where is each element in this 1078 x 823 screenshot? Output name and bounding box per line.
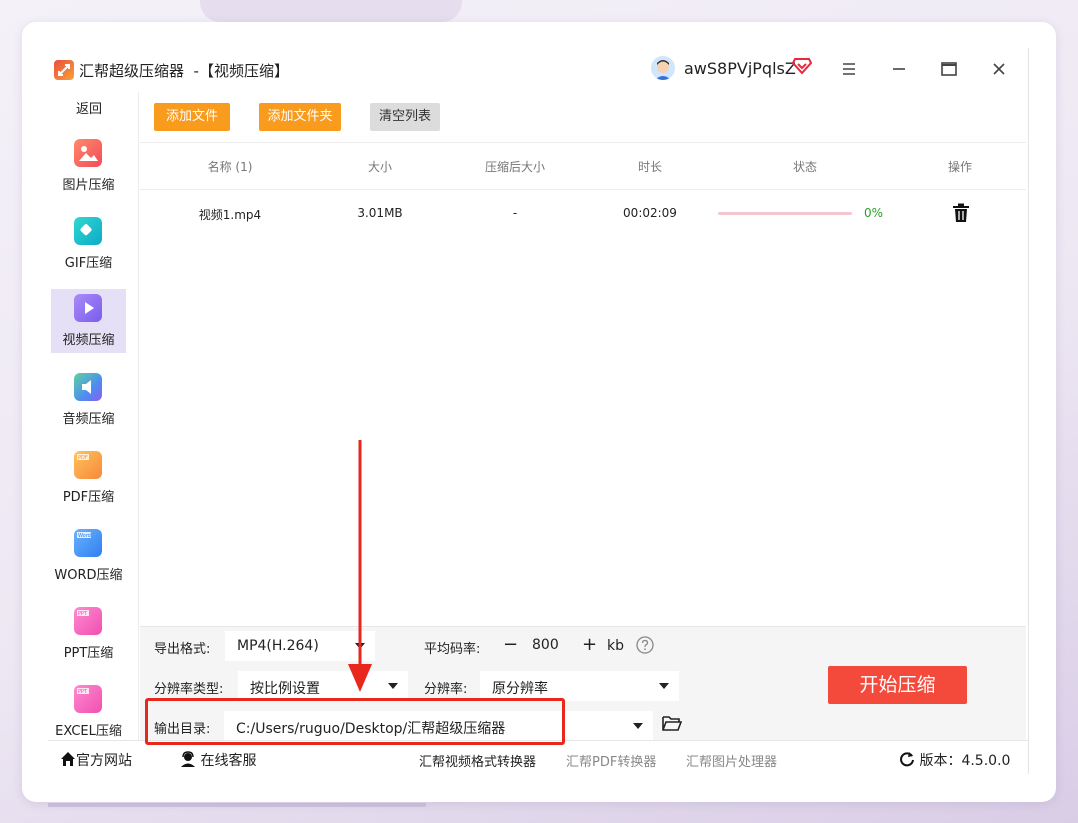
bitrate-decrease-button[interactable]: −: [503, 634, 518, 655]
column-header-size: 大小: [367, 160, 392, 174]
version-info[interactable]: 版本：4.5.0.0: [899, 750, 1010, 770]
resolution-type-label: 分辨率类型:: [154, 682, 224, 697]
maximize-icon[interactable]: [938, 58, 960, 80]
username[interactable]: awS8PVjPqlsZ: [684, 59, 796, 78]
chevron-down-icon: [659, 683, 669, 689]
gif-icon: [74, 217, 102, 245]
sidebar: 返回 图片压缩 GIF压缩 视频压缩 音频压缩 PDF PDF压缩 Word W…: [48, 92, 139, 740]
app-logo-icon: [54, 60, 74, 80]
file-name: 视频1.mp4: [198, 208, 262, 222]
bitrate-unit: kb: [607, 638, 624, 654]
image-icon: [74, 139, 102, 167]
sidebar-item-audio[interactable]: 音频压缩: [51, 368, 126, 432]
chevron-down-icon: [633, 723, 643, 729]
sidebar-item-label: PPT压缩: [63, 646, 114, 661]
progress-bar: [718, 212, 852, 215]
column-header-compressed: 压缩后大小: [484, 160, 545, 174]
image-processor-link[interactable]: 汇帮图片处理器: [686, 751, 777, 770]
sidebar-item-label: EXCEL压缩: [55, 724, 122, 739]
sidebar-item-pdf[interactable]: PDF PDF压缩: [51, 446, 126, 510]
start-compress-button[interactable]: 开始压缩: [828, 666, 967, 704]
resolution-type-value: 按比例设置: [250, 681, 320, 697]
progress-percent: 0%: [864, 206, 884, 220]
sidebar-item-ppt[interactable]: PPT PPT压缩: [51, 602, 126, 666]
word-icon: Word: [74, 529, 102, 557]
column-header-status: 状态: [792, 160, 817, 174]
refresh-icon: [900, 752, 914, 767]
sidebar-item-label: 图片压缩: [62, 178, 115, 193]
sidebar-item-gif[interactable]: GIF压缩: [51, 212, 126, 276]
bitrate-label: 平均码率:: [424, 642, 481, 657]
annotation-arrow: [348, 440, 372, 692]
support-link[interactable]: 在线客服: [180, 750, 256, 770]
home-icon: [61, 752, 75, 766]
sidebar-item-label: WORD压缩: [54, 568, 123, 583]
website-label: 官方网站: [76, 753, 132, 769]
table-row[interactable]: 视频1.mp4 3.01MB - 00:02:09 0%: [140, 188, 1026, 240]
help-icon[interactable]: [635, 635, 655, 659]
sidebar-item-image[interactable]: 图片压缩: [51, 134, 126, 198]
headset-icon: [181, 751, 195, 767]
column-header-duration: 时长: [637, 160, 662, 174]
app-window: 汇帮超级压缩器 -【视频压缩】 awS8PVjPqlsZ 返回 图片压缩 GIF…: [48, 48, 1029, 775]
file-table-header: 名称 (1) 大小 压缩后大小 时长 状态 操作: [140, 142, 1026, 190]
app-title: 汇帮超级压缩器 -【视频压缩】: [79, 62, 289, 80]
resolution-select[interactable]: 原分辨率: [480, 671, 679, 701]
column-header-name[interactable]: 名称 (1): [170, 158, 290, 175]
pdf-icon: PDF: [74, 451, 102, 479]
back-button[interactable]: 返回: [48, 98, 130, 117]
vip-diamond-icon[interactable]: [791, 57, 813, 79]
menu-icon[interactable]: [838, 58, 860, 80]
resolution-value: 原分辨率: [492, 681, 548, 697]
file-size: 3.01MB: [357, 206, 403, 220]
audio-icon: [74, 373, 102, 401]
pdf-converter-link[interactable]: 汇帮PDF转换器: [566, 751, 656, 770]
clear-list-button[interactable]: 清空列表: [370, 103, 440, 131]
format-value: MP4(H.264): [237, 638, 319, 654]
add-folder-button[interactable]: 添加文件夹: [259, 103, 341, 131]
bitrate-increase-button[interactable]: +: [582, 634, 597, 655]
title-bar: 汇帮超级压缩器 -【视频压缩】 awS8PVjPqlsZ: [48, 48, 1028, 92]
annotation-highlight-box: [145, 698, 565, 745]
minimize-icon[interactable]: [888, 58, 910, 80]
support-label: 在线客服: [200, 753, 257, 769]
delete-icon[interactable]: [952, 203, 970, 227]
background-decoration: [48, 803, 426, 807]
sidebar-item-label: PDF压缩: [62, 490, 115, 505]
sidebar-item-excel[interactable]: PPT EXCEL压缩: [51, 680, 126, 744]
resolution-type-select[interactable]: 按比例设置: [238, 671, 408, 701]
excel-icon: PPT: [74, 685, 102, 713]
sidebar-item-label: 音频压缩: [62, 412, 115, 427]
background-decoration: [200, 0, 462, 22]
video-icon: [74, 294, 102, 322]
svg-text:Word: Word: [78, 533, 91, 539]
svg-text:PDF: PDF: [78, 455, 88, 461]
website-link[interactable]: 官方网站: [60, 750, 132, 770]
close-icon[interactable]: [988, 58, 1010, 80]
footer-bar: 官方网站 在线客服 汇帮视频格式转换器 汇帮PDF转换器 汇帮图片处理器 版本：…: [48, 740, 1028, 775]
compressed-size: -: [512, 206, 518, 220]
version-label: 版本：4.5.0.0: [919, 753, 1011, 769]
sidebar-item-label: GIF压缩: [64, 256, 113, 271]
sidebar-item-word[interactable]: Word WORD压缩: [51, 524, 126, 588]
add-file-button[interactable]: 添加文件: [154, 103, 230, 131]
sidebar-item-video[interactable]: 视频压缩: [51, 289, 126, 353]
avatar[interactable]: [651, 56, 675, 80]
video-converter-link[interactable]: 汇帮视频格式转换器: [419, 751, 536, 770]
chevron-down-icon: [388, 683, 398, 689]
resolution-label: 分辨率:: [424, 682, 468, 697]
bitrate-input[interactable]: 800: [532, 637, 559, 653]
svg-text:PPT: PPT: [78, 611, 88, 617]
sidebar-item-label: 视频压缩: [62, 333, 115, 348]
column-header-action: 操作: [947, 160, 972, 174]
folder-open-icon[interactable]: [662, 714, 683, 736]
svg-text:PPT: PPT: [78, 689, 88, 695]
ppt-icon: PPT: [74, 607, 102, 635]
file-duration: 00:02:09: [623, 206, 677, 220]
format-label: 导出格式:: [154, 642, 211, 657]
